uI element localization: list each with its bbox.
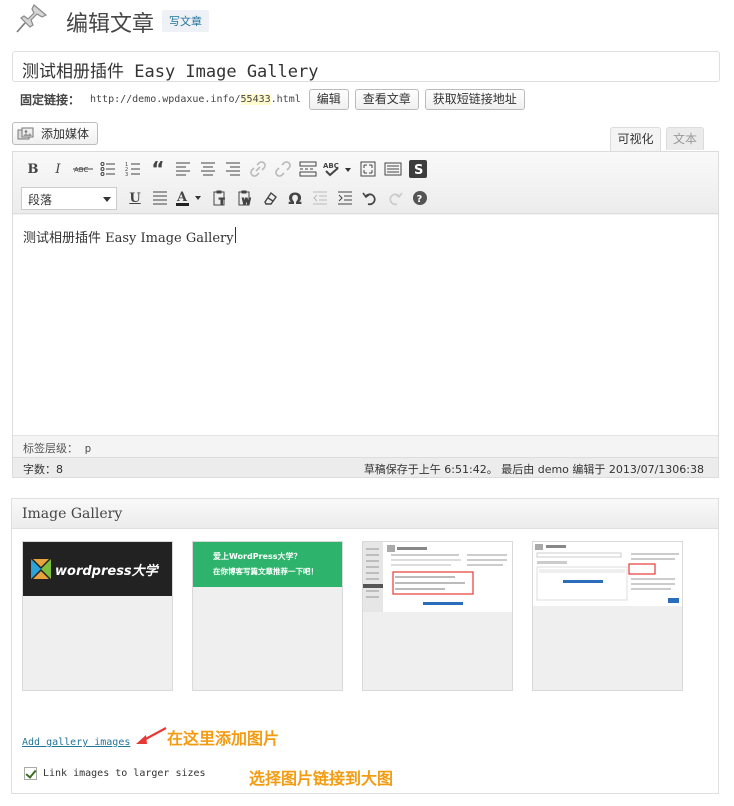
help-icon[interactable]: ? bbox=[408, 186, 432, 210]
toolbar-row-2: 段落 U A T W Ω ? bbox=[21, 185, 433, 211]
undo-icon[interactable] bbox=[358, 186, 382, 210]
indent-icon[interactable] bbox=[333, 186, 357, 210]
svg-text:S: S bbox=[414, 163, 423, 178]
toolbar-row-1: B I ABC 123 “ ABC S bbox=[21, 156, 431, 182]
align-right-icon[interactable] bbox=[221, 157, 245, 181]
word-count: 字数：8 bbox=[23, 463, 63, 476]
editor-screenshot-image bbox=[533, 542, 682, 606]
view-post-button[interactable]: 查看文章 bbox=[354, 88, 419, 110]
edit-permalink-button[interactable]: 编辑 bbox=[308, 88, 349, 110]
spellcheck-icon[interactable]: ABC bbox=[321, 157, 355, 181]
gallery-thumbnail[interactable]: 爱上WordPress大学？ 在你博客写篇文章推荐一下吧！ bbox=[192, 541, 343, 691]
image-gallery-metabox: Image Gallery wordpress大学 爱上WordPress大学？… bbox=[11, 498, 719, 794]
bullet-list-icon[interactable] bbox=[96, 157, 120, 181]
toolbar-toggle-icon[interactable] bbox=[381, 157, 405, 181]
italic-icon[interactable]: I bbox=[46, 157, 70, 181]
svg-text:T: T bbox=[219, 197, 225, 206]
justify-icon[interactable] bbox=[148, 186, 172, 210]
svg-text:ABC: ABC bbox=[74, 166, 88, 174]
promo-banner-image: 爱上WordPress大学？ 在你博客写篇文章推荐一下吧！ bbox=[193, 542, 342, 587]
svg-text:?: ? bbox=[417, 194, 423, 205]
post-editor: B I ABC 123 “ ABC S 段落 U A T W Ω ? 测试相册插… bbox=[12, 151, 719, 478]
path-label: 标签层级： bbox=[23, 442, 78, 455]
svg-text:A: A bbox=[176, 190, 188, 205]
arrow-annotation-icon bbox=[136, 727, 167, 744]
format-select-value: 段落 bbox=[28, 192, 53, 207]
page-header: 编辑文章 写文章 bbox=[10, 2, 730, 38]
permalink-label: 固定链接： bbox=[20, 92, 81, 107]
media-icon bbox=[17, 127, 34, 139]
editor-toolbar: B I ABC 123 “ ABC S 段落 U A T W Ω ? bbox=[13, 152, 718, 214]
permalink-slug[interactable]: 55433 bbox=[240, 93, 271, 105]
tab-visual[interactable]: 可视化 bbox=[610, 127, 661, 151]
text-cursor bbox=[235, 227, 236, 243]
page-title: 编辑文章 bbox=[66, 12, 155, 37]
wordpress-daxue-logo-image: wordpress大学 bbox=[23, 542, 172, 596]
special-character-icon[interactable]: Ω bbox=[283, 186, 307, 210]
thumb2-line2: 在你博客写篇文章推荐一下吧！ bbox=[213, 566, 318, 576]
get-shortlink-button[interactable]: 获取短链接地址 bbox=[424, 88, 525, 110]
chevron-down-icon bbox=[103, 196, 111, 202]
tab-text[interactable]: 文本 bbox=[666, 127, 704, 150]
thumb1-logo-text: wordpress大学 bbox=[55, 563, 160, 579]
editor-status-bar: 字数：8 草稿保存于上午 6:51:42。 最后由 demo 编辑于 2013/… bbox=[13, 457, 718, 477]
add-media-label: 添加媒体 bbox=[41, 127, 90, 141]
paste-text-icon[interactable]: T bbox=[208, 186, 232, 210]
redo-icon[interactable] bbox=[383, 186, 407, 210]
bold-icon[interactable]: B bbox=[21, 157, 45, 181]
image-gallery-title: Image Gallery bbox=[22, 506, 123, 522]
add-new-post-button[interactable]: 写文章 bbox=[162, 10, 209, 32]
text-color-icon[interactable]: A bbox=[173, 186, 207, 210]
link-images-checkbox[interactable] bbox=[24, 767, 37, 780]
numbered-list-icon[interactable]: 123 bbox=[121, 157, 145, 181]
post-title-input[interactable]: 测试相册插件 Easy Image Gallery bbox=[12, 51, 720, 82]
blockquote-icon[interactable]: “ bbox=[146, 157, 170, 181]
align-left-icon[interactable] bbox=[171, 157, 195, 181]
post-title-value: 测试相册插件 Easy Image Gallery bbox=[22, 62, 319, 82]
path-value[interactable]: p bbox=[85, 442, 92, 455]
add-gallery-images-link[interactable]: Add gallery images bbox=[22, 737, 130, 748]
unlink-icon[interactable] bbox=[271, 157, 295, 181]
editor-path-bar: 标签层级： p bbox=[13, 435, 718, 457]
admin-screenshot-image bbox=[363, 542, 512, 612]
editor-content-text: 测试相册插件 Easy Image Gallery bbox=[23, 231, 234, 246]
permalink-suffix: .html bbox=[270, 93, 301, 105]
clear-formatting-icon[interactable] bbox=[258, 186, 282, 210]
insert-link-icon[interactable] bbox=[246, 157, 270, 181]
shortcode-plugin-icon[interactable]: S bbox=[406, 157, 430, 181]
gallery-thumbnail[interactable] bbox=[362, 541, 513, 691]
read-more-icon[interactable] bbox=[296, 157, 320, 181]
paste-word-icon[interactable]: W bbox=[233, 186, 257, 210]
annotation-add-images: 在这里添加图片 bbox=[167, 729, 280, 748]
svg-text:3: 3 bbox=[125, 172, 128, 177]
fullscreen-icon[interactable] bbox=[356, 157, 380, 181]
autosave-status: 草稿保存于上午 6:51:42。 最后由 demo 编辑于 2013/07/13… bbox=[363, 463, 704, 476]
pushpin-icon bbox=[16, 4, 48, 33]
link-images-option[interactable]: Link images to larger sizes bbox=[24, 767, 206, 780]
underline-icon[interactable]: U bbox=[123, 186, 147, 210]
format-select[interactable]: 段落 bbox=[21, 186, 117, 210]
svg-text:W: W bbox=[242, 197, 251, 206]
outdent-icon[interactable] bbox=[308, 186, 332, 210]
link-images-label: Link images to larger sizes bbox=[43, 768, 206, 779]
editor-content-area[interactable]: 测试相册插件 Easy Image Gallery bbox=[13, 215, 718, 435]
permalink-row: 固定链接： http://demo.wpdaxue.info/55433 .htm… bbox=[20, 88, 531, 110]
strikethrough-icon[interactable]: ABC bbox=[71, 157, 95, 181]
add-media-button[interactable]: 添加媒体 bbox=[12, 122, 99, 145]
thumb2-line1: 爱上WordPress大学？ bbox=[213, 551, 301, 561]
annotation-link-images: 选择图片链接到大图 bbox=[249, 769, 394, 788]
image-gallery-header[interactable]: Image Gallery bbox=[12, 499, 718, 529]
gallery-thumbnail[interactable]: wordpress大学 bbox=[22, 541, 173, 691]
align-center-icon[interactable] bbox=[196, 157, 220, 181]
permalink-base: http://demo.wpdaxue.info/ bbox=[90, 93, 241, 105]
gallery-thumbnail[interactable] bbox=[532, 541, 683, 691]
